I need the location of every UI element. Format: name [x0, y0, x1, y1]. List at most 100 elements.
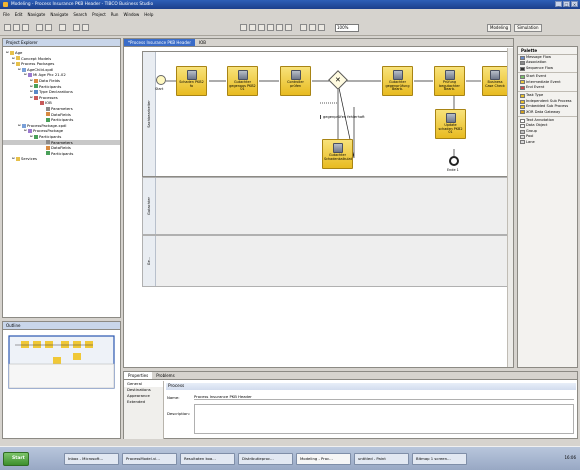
properties-tab[interactable]: Properties [124, 372, 153, 379]
end-event-icon[interactable] [449, 156, 459, 166]
task-5[interactable]: Prüfung begutachter Bearb. [434, 66, 465, 96]
project-explorer-tab[interactable]: Project Explorer [3, 39, 120, 47]
align-middle-icon[interactable] [276, 24, 283, 31]
expand-toggle-icon[interactable]: ⊟ [6, 50, 9, 56]
palette-item[interactable]: Lane [518, 140, 577, 145]
menu-window[interactable]: Window [123, 12, 139, 17]
menu-navigate[interactable]: Navigate [27, 12, 45, 17]
props-name-input[interactable]: Process Insurance PKB Header [194, 394, 574, 400]
taskbar-button[interactable]: untitled - Paint [354, 453, 409, 465]
save-icon[interactable] [13, 24, 20, 31]
perspective-simulation[interactable]: Simulation [514, 24, 542, 32]
menu-search[interactable]: Search [73, 12, 87, 17]
menu-run[interactable]: Run [111, 12, 119, 17]
start-event-label: Start [155, 87, 164, 91]
palette-item[interactable]: XOR Data Gateway [518, 110, 577, 115]
start-button[interactable]: Start [3, 452, 29, 466]
debug-icon[interactable] [36, 24, 43, 31]
taskbar-button[interactable]: Modeling - Proc... [296, 453, 351, 465]
task-7[interactable]: Update schaden PKB2 01 [435, 109, 466, 139]
forward-icon[interactable] [82, 24, 89, 31]
align-top-icon[interactable] [267, 24, 274, 31]
clock: 16:06 [564, 455, 576, 460]
annotation-icon [520, 118, 525, 123]
project-explorer: Project Explorer ⊟ Age ⊟ Concept Models ⊟ Pro… [2, 38, 121, 318]
zoom-in-icon[interactable] [300, 24, 307, 31]
expand-toggle-icon[interactable]: ⊟ [18, 123, 21, 129]
maximize-button[interactable]: □ [563, 1, 570, 7]
process-editor: *Process Insurance PKB Header IOB Sachbe… [123, 38, 514, 368]
zoom-select[interactable]: 100% [335, 24, 359, 32]
menu-help[interactable]: Help [144, 12, 153, 17]
perspective-switcher: Modeling Simulation [487, 24, 542, 32]
outline-thumbnail[interactable] [3, 331, 120, 439]
title-bar: Modeling - Process Insurance PKB Header … [0, 0, 580, 9]
props-description-input[interactable] [194, 404, 574, 434]
task-3[interactable]: Controller prüfen [280, 66, 311, 96]
menu-bar: File Edit Navigate Navigate Search Proje… [0, 10, 580, 18]
align-right-icon[interactable] [258, 24, 265, 31]
taskbar-button[interactable]: Resultaten koa... [180, 453, 235, 465]
task-6[interactable]: Business Case Check [482, 66, 508, 96]
participant-icon [46, 117, 50, 122]
expand-toggle-icon[interactable]: ⊟ [24, 128, 27, 134]
editor-tab-iob[interactable]: IOB [195, 39, 210, 46]
editor-vertical-scrollbar[interactable] [507, 48, 513, 367]
taskbar-button[interactable]: ProcessModel.vi... [122, 453, 177, 465]
task-8[interactable]: Gutachter Schadenkalkulation [322, 139, 353, 169]
print-icon[interactable] [22, 24, 29, 31]
menu-navigate-2[interactable]: Navigate [50, 12, 68, 17]
problems-tab[interactable]: Problems [152, 372, 178, 379]
tree-item-label: Services [21, 156, 38, 162]
close-button[interactable]: × [571, 1, 578, 7]
subprocess-icon [520, 99, 525, 104]
menu-edit[interactable]: Edit [15, 12, 23, 17]
palette-item[interactable]: Sequence Flow [518, 66, 577, 71]
expand-toggle-icon[interactable]: ⊟ [30, 134, 33, 140]
perspective-modeling[interactable]: Modeling [487, 24, 512, 32]
zoom-out-icon[interactable] [309, 24, 316, 31]
task-2[interactable]: Gutachter gegenpos PKB2 01 [227, 66, 258, 96]
app-icon [3, 2, 8, 7]
intermediate-event-icon [520, 80, 525, 85]
search-icon[interactable] [59, 24, 66, 31]
taskbar-button[interactable]: Distributieproc... [238, 453, 293, 465]
expand-toggle-icon[interactable]: ⊟ [18, 67, 21, 73]
project-tree: ⊟ Age ⊟ Concept Models ⊟ Process Packages ⊟ Age… [3, 47, 120, 162]
text-annotation[interactable]: gegenprüfen fehlerhaft [320, 115, 365, 119]
end-event-icon [520, 85, 525, 90]
menu-file[interactable]: File [3, 12, 10, 17]
start-event-icon[interactable] [156, 75, 166, 85]
expand-toggle-icon[interactable]: ⊟ [24, 72, 27, 78]
fit-icon[interactable] [318, 24, 325, 31]
task-4[interactable]: Gutachter gegenprüfung Bearb. [382, 66, 413, 96]
field-icon [34, 78, 38, 83]
data-object-icon [520, 124, 525, 129]
align-bottom-icon[interactable] [285, 24, 292, 31]
folder-icon [16, 56, 20, 61]
expand-toggle-icon[interactable]: ⊟ [12, 156, 15, 162]
props-section-title: Process [166, 383, 576, 390]
outline-tab[interactable]: Outline [3, 322, 120, 330]
align-center-icon[interactable] [249, 24, 256, 31]
minimize-button[interactable]: _ [555, 1, 562, 7]
tree-item[interactable]: ⊟ Services [3, 156, 120, 162]
taskbar-button[interactable]: Inbox - Microsoft... [64, 453, 119, 465]
taskbar-button[interactable]: Bitmap 1 screen... [412, 453, 467, 465]
back-icon[interactable] [73, 24, 80, 31]
run-icon[interactable] [45, 24, 52, 31]
participant-icon [34, 84, 38, 89]
task-1[interactable]: Schaden PKB2 fo [176, 66, 207, 96]
new-icon[interactable] [4, 24, 11, 31]
align-left-icon[interactable] [240, 24, 247, 31]
expand-toggle-icon[interactable]: ⊟ [12, 61, 15, 67]
task-icon [520, 94, 525, 99]
menu-project[interactable]: Project [92, 12, 106, 17]
editor-tab-process[interactable]: *Process Insurance PKB Header [124, 39, 195, 46]
props-description-label: Description: [167, 411, 190, 416]
expand-toggle-icon[interactable]: ⊟ [30, 95, 33, 101]
subprocess-icon [520, 104, 525, 109]
group-icon [520, 129, 525, 134]
palette-item[interactable]: End Event [518, 85, 577, 90]
props-side-extended[interactable]: Extended [124, 399, 163, 405]
